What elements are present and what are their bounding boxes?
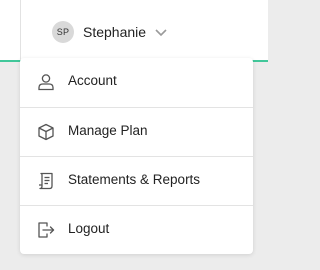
menu-item-label: Statements & Reports [68, 172, 201, 187]
menu-item-statements-reports[interactable]: Statements & Reports [20, 156, 253, 206]
logout-icon [36, 220, 56, 240]
user-menu-trigger[interactable]: SP Stephanie [52, 20, 168, 44]
document-icon [36, 171, 56, 191]
menu-item-label: Account [68, 73, 117, 88]
chevron-down-icon [154, 25, 168, 39]
user-name: Stephanie [83, 24, 147, 40]
topbar-divider [20, 0, 21, 60]
user-dropdown-menu: Account Manage Plan Statements & Reports [20, 58, 253, 254]
user-icon [36, 72, 56, 92]
menu-item-account[interactable]: Account [20, 58, 253, 107]
menu-item-label: Logout [68, 221, 110, 236]
avatar: SP [52, 21, 74, 43]
menu-item-label: Manage Plan [68, 123, 148, 138]
top-bar: SP Stephanie [0, 0, 268, 60]
box-icon [36, 122, 56, 142]
menu-item-logout[interactable]: Logout [20, 205, 253, 255]
menu-item-manage-plan[interactable]: Manage Plan [20, 107, 253, 157]
